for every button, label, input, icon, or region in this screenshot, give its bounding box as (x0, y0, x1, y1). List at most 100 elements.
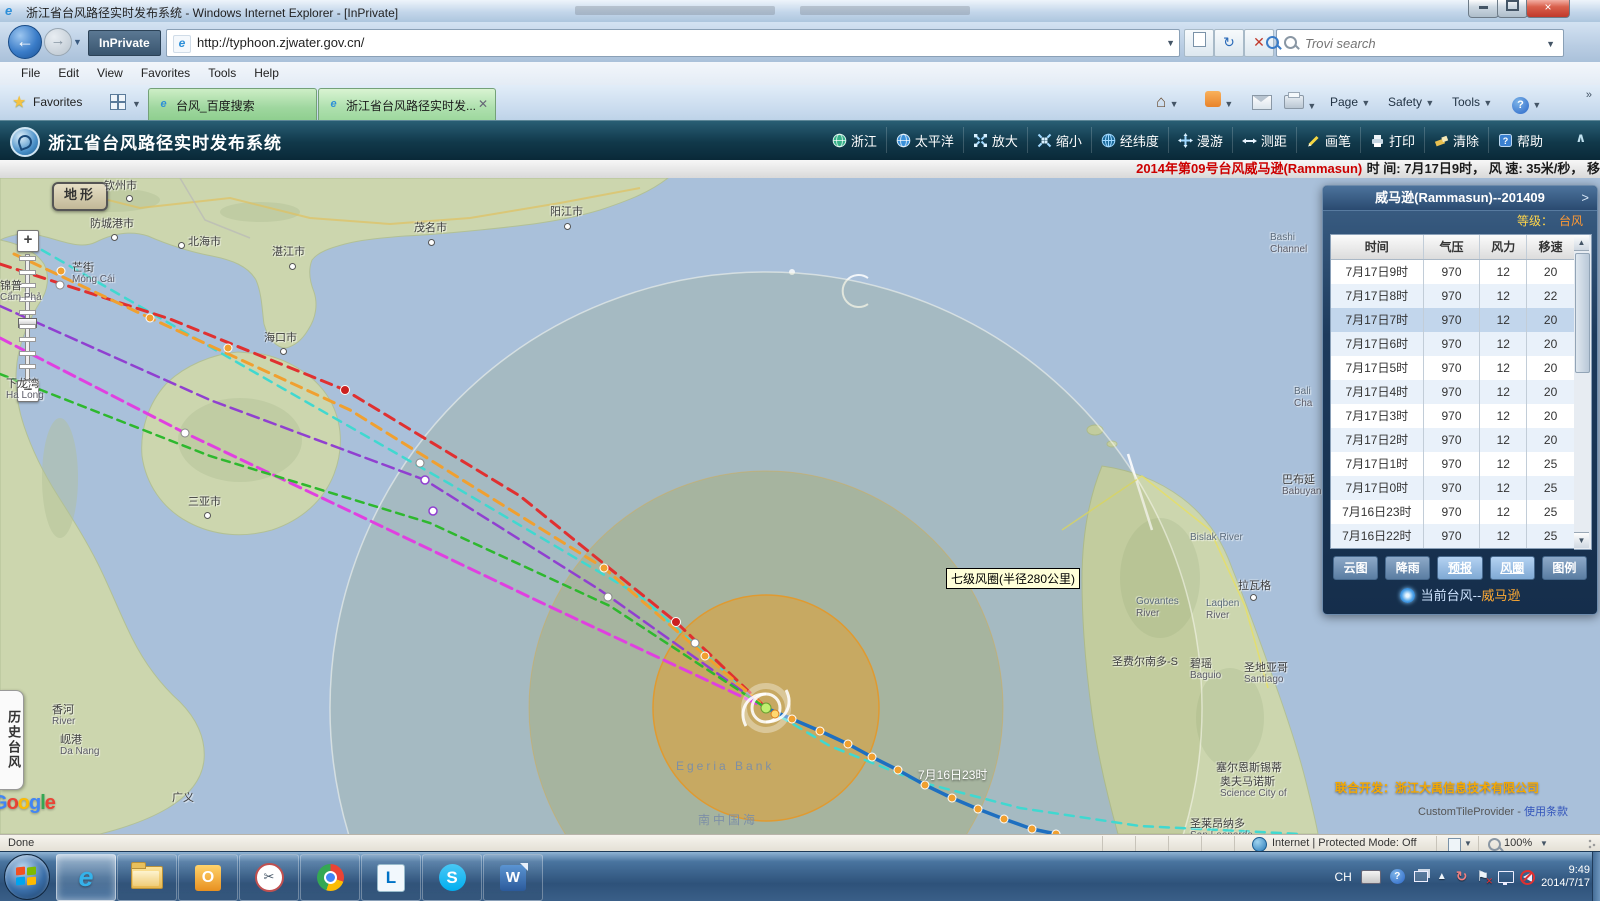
tools-menu-button[interactable]: Tools ▼ (1452, 91, 1492, 114)
volume-muted-icon[interactable] (1523, 872, 1532, 882)
taskbar-skype-button[interactable]: S (422, 854, 482, 901)
menu-edit[interactable]: Edit (49, 62, 88, 84)
tab-title[interactable]: 台风_百度搜索 (176, 97, 255, 114)
panel-tab-风圈[interactable]: 风圈 (1490, 556, 1535, 580)
show-desktop-button[interactable] (1592, 852, 1600, 901)
search-input[interactable] (1303, 32, 1497, 54)
print-button[interactable]: ▼ (1284, 94, 1316, 117)
safety-menu-button[interactable]: Safety ▼ (1388, 91, 1434, 114)
search-dropdown-icon[interactable]: ▼ (1546, 39, 1555, 49)
compatibility-icon[interactable] (1448, 838, 1461, 852)
table-scrollbar[interactable]: ▲ ▼ (1574, 234, 1592, 550)
search-go-icon[interactable] (1266, 36, 1279, 49)
tab-close-icon[interactable]: ✕ (478, 97, 488, 111)
menu-help[interactable]: Help (245, 62, 288, 84)
mail-button[interactable] (1252, 95, 1272, 117)
scroll-up-icon[interactable]: ▲ (1574, 235, 1589, 251)
compatibility-dropdown-icon[interactable]: ▼ (1464, 839, 1472, 848)
table-row[interactable]: 7月16日22时9701225 (1331, 524, 1574, 548)
back-button[interactable]: ← (8, 25, 42, 59)
typhoon-history-table[interactable]: 时间气压风力移速7月17日9时97012207月17日8时97012227月17… (1330, 234, 1575, 549)
start-button[interactable] (4, 854, 50, 900)
toolbar-button-帮助[interactable]: ?帮助 (1488, 127, 1552, 153)
tab-baidu-search[interactable]: e 台风_百度搜索 (148, 88, 317, 120)
table-row[interactable]: 7月17日6时9701220 (1331, 332, 1574, 356)
toolbar-button-清除[interactable]: 清除 (1424, 127, 1488, 153)
page-menu-button[interactable]: Page ▼ (1330, 91, 1370, 114)
home-button[interactable]: ⌂ ▼ (1156, 91, 1179, 115)
taskbar-snipping-tool-button[interactable]: ✂ (239, 854, 299, 901)
help-button[interactable]: ? ▼ (1512, 93, 1541, 116)
taskbar-chrome-button[interactable] (300, 854, 360, 901)
toolbar-button-放大[interactable]: 放大 (963, 127, 1027, 153)
quick-tabs-icon[interactable] (110, 94, 126, 110)
terrain-toggle-button[interactable]: 地形 (52, 182, 108, 211)
minimize-button[interactable] (1468, 0, 1499, 18)
terms-link[interactable]: 使用条款 (1524, 806, 1568, 818)
table-row[interactable]: 7月17日3时9701220 (1331, 404, 1574, 428)
scroll-down-icon[interactable]: ▼ (1574, 532, 1589, 548)
address-bar[interactable]: e http://typhoon.zjwater.gov.cn/ ▼ (166, 29, 1180, 57)
table-row[interactable]: 7月17日2时9701220 (1331, 428, 1574, 452)
zoom-level-text[interactable]: 100% (1504, 837, 1532, 849)
tab-title[interactable]: 浙江省台风路径实时发... (346, 97, 476, 114)
address-dropdown-icon[interactable]: ▼ (1166, 38, 1175, 48)
table-row[interactable]: 7月17日4时9701220 (1331, 380, 1574, 404)
tab-typhoon-site[interactable]: e 浙江省台风路径实时发... ✕ (318, 88, 496, 120)
toolbar-button-打印[interactable]: 打印 (1360, 127, 1424, 153)
taskbar-word-button[interactable]: W (483, 854, 543, 901)
favorites-button[interactable]: Favorites (33, 95, 82, 109)
window-restore-icon[interactable] (1414, 871, 1428, 882)
tab-list-dropdown[interactable]: ▼ (132, 99, 141, 109)
menu-tools[interactable]: Tools (199, 62, 245, 84)
current-typhoon-row[interactable]: 当前台风--威马逊 (1323, 585, 1597, 604)
typhoon-map[interactable]: 地形 + − 历史台风 钦州市防城港市北海市湛江市茂名市阳江市芒街Móng Cá… (0, 178, 1600, 834)
panel-tab-降雨[interactable]: 降雨 (1385, 556, 1430, 580)
language-indicator[interactable]: CH (1335, 870, 1352, 884)
sync-icon[interactable]: ↻ (1456, 868, 1468, 885)
toolbar-collapse-icon[interactable]: ∧ (1575, 130, 1586, 146)
toolbar-button-浙江[interactable]: 浙江 (823, 127, 886, 153)
current-typhoon-name[interactable]: 威马逊 (1481, 588, 1520, 603)
overflow-chevron-icon[interactable]: » (1586, 89, 1592, 101)
table-row[interactable]: 7月17日7时9701220 (1331, 308, 1574, 332)
compatibility-view-button[interactable] (1184, 29, 1214, 57)
rss-button[interactable]: ▼ (1205, 91, 1233, 115)
menu-favorites[interactable]: Favorites (132, 62, 199, 84)
table-row[interactable]: 7月17日0时9701225 (1331, 476, 1574, 500)
maximize-button[interactable] (1497, 0, 1528, 18)
panel-tab-云图[interactable]: 云图 (1333, 556, 1378, 580)
panel-tab-预报[interactable]: 预报 (1437, 556, 1482, 580)
forward-button[interactable]: → (44, 28, 72, 56)
address-url[interactable]: http://typhoon.zjwater.gov.cn/ (197, 35, 364, 50)
table-row[interactable]: 7月17日8时9701222 (1331, 284, 1574, 308)
keyboard-icon[interactable] (1361, 870, 1381, 884)
scrollbar-thumb[interactable] (1575, 253, 1590, 373)
toolbar-button-经纬度[interactable]: 经纬度 (1091, 127, 1168, 153)
close-button[interactable]: × (1526, 0, 1570, 18)
taskbar-clock[interactable]: 9:49 2014/7/17 (1541, 864, 1590, 890)
panel-tab-图例[interactable]: 图例 (1542, 556, 1587, 580)
menu-view[interactable]: View (88, 62, 132, 84)
search-box[interactable]: ▼ (1276, 29, 1564, 57)
toolbar-button-缩小[interactable]: 缩小 (1027, 127, 1091, 153)
toolbar-button-测距[interactable]: 测距 (1232, 127, 1296, 153)
table-row[interactable]: 7月17日9时9701220 (1331, 260, 1574, 284)
action-center-flag-icon[interactable]: ⚑✕ (1477, 868, 1490, 885)
panel-expand-icon[interactable]: > (1581, 186, 1589, 210)
panel-title[interactable]: 威马逊(Rammasun)--201409 (1323, 186, 1597, 211)
taskbar-windows-explorer-button[interactable] (117, 854, 177, 901)
map-zoom-in-button[interactable]: + (17, 230, 39, 252)
network-icon[interactable] (1498, 871, 1514, 883)
toolbar-button-画笔[interactable]: 画笔 (1296, 127, 1360, 153)
recent-pages-dropdown[interactable]: ▼ (73, 37, 82, 47)
taskbar-outlook-button[interactable]: O (178, 854, 238, 901)
refresh-button[interactable]: ↻ (1214, 29, 1244, 57)
toolbar-button-漫游[interactable]: 漫游 (1168, 127, 1232, 153)
table-row[interactable]: 7月17日1时9701225 (1331, 452, 1574, 476)
table-row[interactable]: 7月17日5时9701220 (1331, 356, 1574, 380)
taskbar-lync-button[interactable]: L (361, 854, 421, 901)
table-row[interactable]: 7月16日23时9701225 (1331, 500, 1574, 524)
history-typhoon-tab[interactable]: 历史台风 (0, 690, 24, 790)
toolbar-button-太平洋[interactable]: 太平洋 (886, 127, 963, 153)
